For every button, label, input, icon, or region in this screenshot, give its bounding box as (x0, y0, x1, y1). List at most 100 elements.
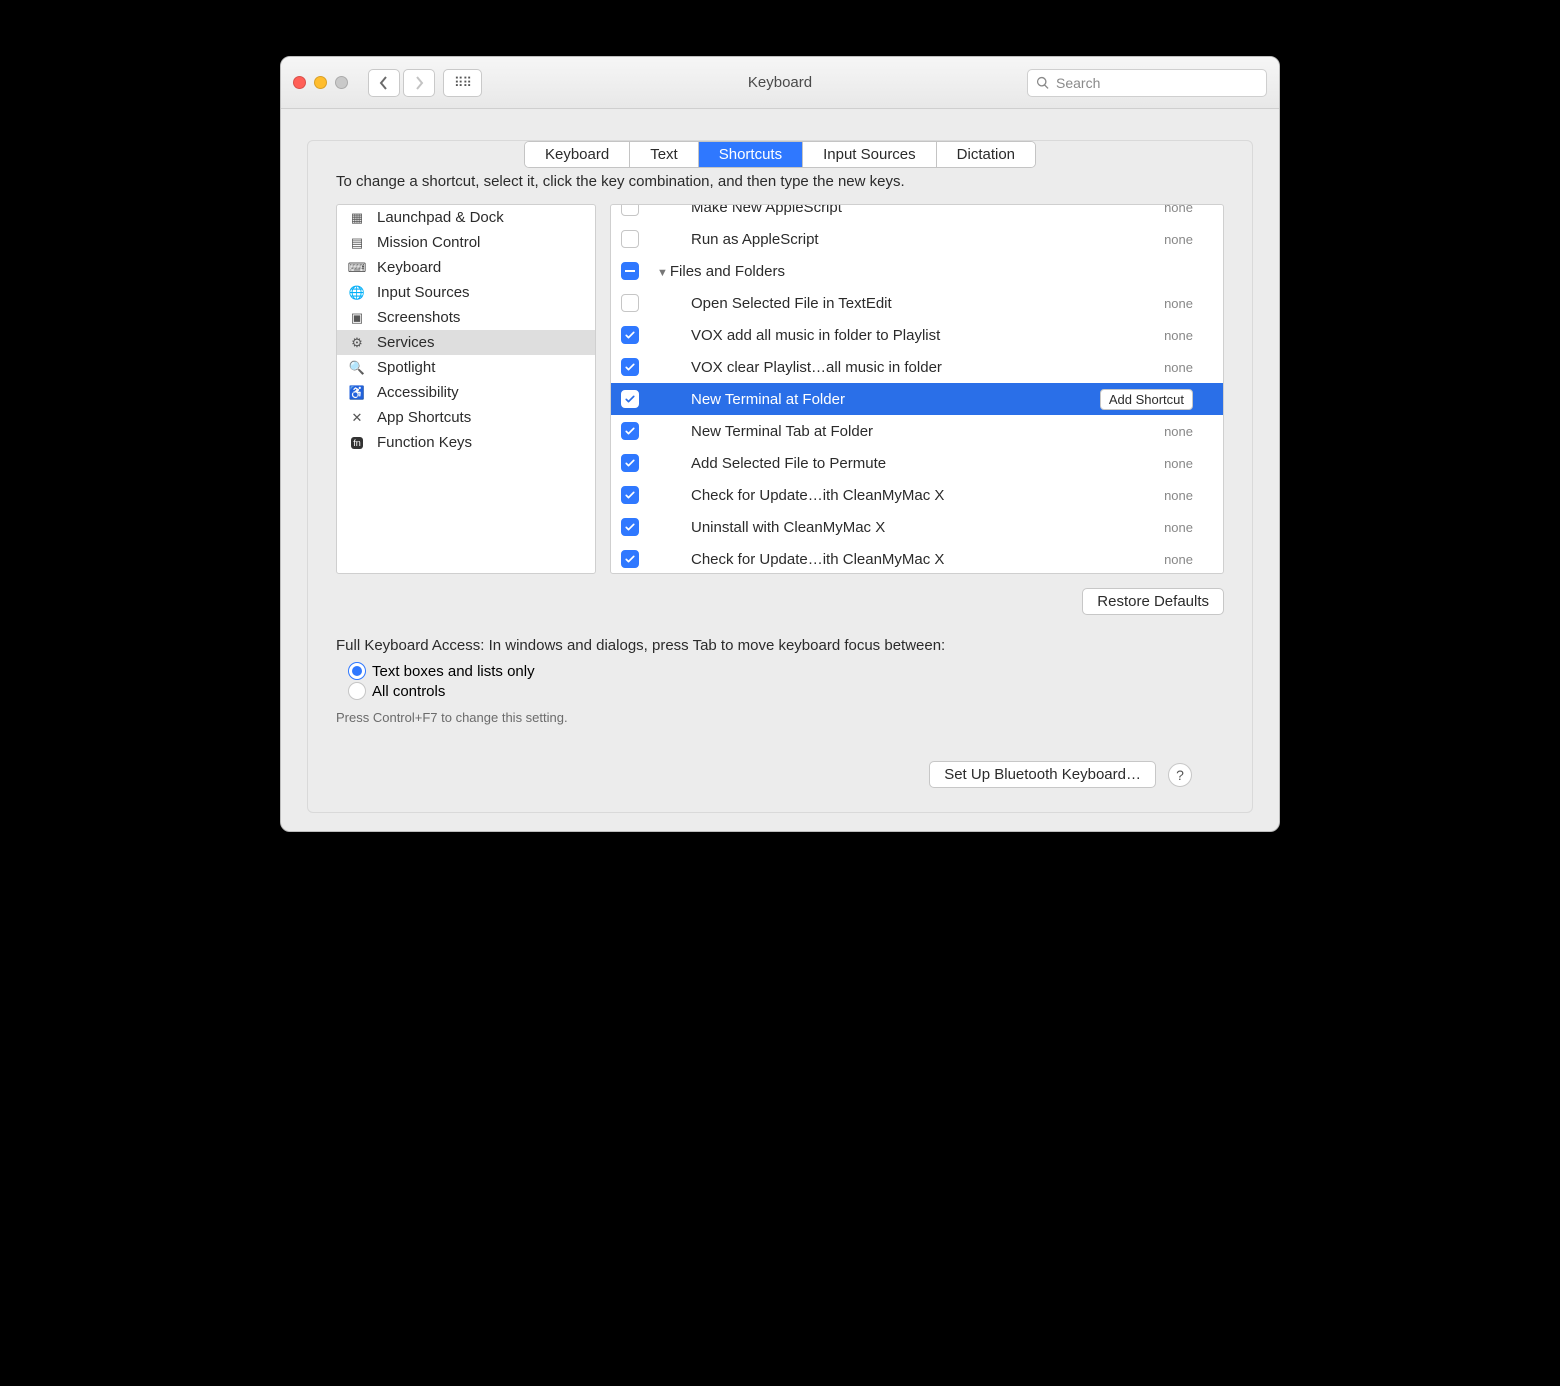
search-icon (1036, 76, 1050, 90)
shortcut-row[interactable]: Open Selected File in TextEditnone (611, 287, 1223, 319)
hint-text: To change a shortcut, select it, click t… (336, 173, 1224, 190)
shortcut-row[interactable]: VOX add all music in folder to Playlistn… (611, 319, 1223, 351)
shortcut-row[interactable]: New Terminal at FolderAdd Shortcut (611, 383, 1223, 415)
shortcut-keys: none (1164, 456, 1223, 471)
shortcut-row[interactable]: VOX clear Playlist…all music in folderno… (611, 351, 1223, 383)
forward-button[interactable] (403, 69, 435, 97)
category-icon: ♿ (347, 385, 367, 401)
group-label: ▼Files and Folders (651, 263, 1223, 280)
shortcut-row[interactable]: Add Selected File to Permutenone (611, 447, 1223, 479)
checkbox[interactable] (621, 230, 639, 248)
shortcut-label: VOX add all music in folder to Playlist (651, 327, 1164, 344)
sidebar-item-label: Services (377, 334, 435, 351)
shortcut-row[interactable]: Uninstall with CleanMyMac Xnone (611, 511, 1223, 543)
shortcut-row[interactable]: Check for Update…ith CleanMyMac Xnone (611, 543, 1223, 574)
minimize-button[interactable] (314, 76, 327, 89)
shortcut-keys: none (1164, 520, 1223, 535)
checkbox[interactable] (621, 550, 639, 568)
checkbox[interactable] (621, 262, 639, 280)
shortcut-row[interactable]: New Terminal Tab at Foldernone (611, 415, 1223, 447)
shortcut-label: Run as AppleScript (651, 231, 1164, 248)
sidebar-item-screenshots[interactable]: ▣Screenshots (337, 305, 595, 330)
checkbox[interactable] (621, 390, 639, 408)
full-keyboard-access-heading: Full Keyboard Access: In windows and dia… (336, 637, 1224, 654)
chevron-left-icon (379, 76, 389, 90)
sidebar-item-label: Accessibility (377, 384, 459, 401)
zoom-button (335, 76, 348, 89)
setup-bluetooth-button[interactable]: Set Up Bluetooth Keyboard… (929, 761, 1156, 788)
fka-radio-group: Text boxes and lists only All controls (336, 662, 1224, 700)
category-icon: ▤ (347, 235, 367, 251)
sidebar-item-label: Launchpad & Dock (377, 209, 504, 226)
shortcut-group-row[interactable]: ▼Files and Folders (611, 255, 1223, 287)
columns: ▦ Launchpad & Dock ▤ Mission Control ⌨Keyboa… (336, 204, 1224, 574)
tabs: KeyboardTextShortcutsInput SourcesDictat… (524, 141, 1036, 168)
sidebar-item-mission-control[interactable]: ▤ Mission Control (337, 230, 595, 255)
shortcut-label: New Terminal Tab at Folder (651, 423, 1164, 440)
sidebar-item-function-keys[interactable]: fnFunction Keys (337, 430, 595, 455)
sidebar-item-label: Mission Control (377, 234, 480, 251)
checkbox[interactable] (621, 358, 639, 376)
tab-shortcuts[interactable]: Shortcuts (699, 142, 803, 167)
shortcut-keys: none (1164, 424, 1223, 439)
tab-input-sources[interactable]: Input Sources (803, 142, 937, 167)
restore-row: Restore Defaults (336, 588, 1224, 615)
sidebar-item-label: Spotlight (377, 359, 435, 376)
category-icon: ▣ (347, 310, 367, 326)
sidebar-item-label: Input Sources (377, 284, 470, 301)
tab-text[interactable]: Text (630, 142, 699, 167)
sidebar-item-input-sources[interactable]: 🌐 Input Sources (337, 280, 595, 305)
radio-text-boxes-only[interactable]: Text boxes and lists only (348, 662, 1224, 680)
category-sidebar[interactable]: ▦ Launchpad & Dock ▤ Mission Control ⌨Keyboa… (336, 204, 596, 574)
titlebar: ⠿⠿ Keyboard Search (281, 57, 1279, 109)
radio-icon (348, 682, 366, 700)
shortcut-keys: none (1164, 204, 1223, 215)
shortcut-label: New Terminal at Folder (651, 391, 1100, 408)
sidebar-item-services[interactable]: ⚙Services (337, 330, 595, 355)
bottom-row: Set Up Bluetooth Keyboard… ? (336, 725, 1224, 788)
sidebar-item-launchpad-dock[interactable]: ▦ Launchpad & Dock (337, 205, 595, 230)
checkbox[interactable] (621, 326, 639, 344)
checkbox[interactable] (621, 204, 639, 216)
shortcut-row[interactable]: Check for Update…ith CleanMyMac Xnone (611, 479, 1223, 511)
shortcut-keys: none (1164, 360, 1223, 375)
checkbox[interactable] (621, 454, 639, 472)
tab-dictation[interactable]: Dictation (937, 142, 1035, 167)
shortcut-row[interactable]: Make New AppleScriptnone (611, 204, 1223, 223)
radio-all-controls[interactable]: All controls (348, 682, 1224, 700)
checkbox[interactable] (621, 294, 639, 312)
back-button[interactable] (368, 69, 400, 97)
shortcut-keys: none (1164, 488, 1223, 503)
category-icon: ⌨ (347, 260, 367, 276)
close-button[interactable] (293, 76, 306, 89)
show-all-button[interactable]: ⠿⠿ (443, 69, 482, 97)
checkbox[interactable] (621, 422, 639, 440)
disclosure-triangle-icon[interactable]: ▼ (657, 267, 668, 279)
add-shortcut-button[interactable]: Add Shortcut (1100, 389, 1193, 410)
help-button[interactable]: ? (1168, 763, 1192, 787)
tabs-wrap: KeyboardTextShortcutsInput SourcesDictat… (281, 109, 1279, 168)
shortcut-label: Check for Update…ith CleanMyMac X (651, 487, 1164, 504)
category-icon: 🌐 (347, 285, 367, 301)
category-icon: ▦ (347, 210, 367, 226)
shortcuts-list[interactable]: Make New AppleScriptnoneRun as AppleScri… (610, 204, 1224, 574)
window-controls (293, 76, 348, 89)
search-field[interactable]: Search (1027, 69, 1267, 97)
sidebar-item-keyboard[interactable]: ⌨Keyboard (337, 255, 595, 280)
search-placeholder: Search (1056, 75, 1100, 91)
tab-keyboard[interactable]: Keyboard (525, 142, 630, 167)
shortcut-keys: none (1164, 328, 1223, 343)
checkbox[interactable] (621, 486, 639, 504)
sidebar-item-label: Function Keys (377, 434, 472, 451)
shortcut-keys: none (1164, 552, 1223, 567)
shortcuts-panel: To change a shortcut, select it, click t… (307, 140, 1253, 813)
restore-defaults-button[interactable]: Restore Defaults (1082, 588, 1224, 615)
shortcut-label: VOX clear Playlist…all music in folder (651, 359, 1164, 376)
shortcut-row[interactable]: Run as AppleScriptnone (611, 223, 1223, 255)
checkbox[interactable] (621, 518, 639, 536)
sidebar-item-app-shortcuts[interactable]: ✕App Shortcuts (337, 405, 595, 430)
sidebar-item-spotlight[interactable]: 🔍Spotlight (337, 355, 595, 380)
sidebar-item-accessibility[interactable]: ♿ Accessibility (337, 380, 595, 405)
nav-buttons (368, 69, 435, 97)
shortcut-label: Make New AppleScript (651, 204, 1164, 216)
